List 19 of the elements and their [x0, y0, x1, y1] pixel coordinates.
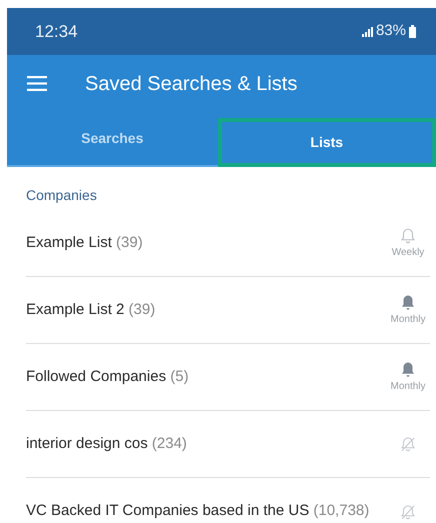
- alert-frequency: Monthly: [390, 314, 426, 326]
- list-name[interactable]: VC Backed IT Companies based in the US (10,738): [26, 500, 370, 523]
- status-time: 12:34: [35, 20, 78, 43]
- app-title: Saved Searches & Lists: [85, 72, 298, 96]
- list-name[interactable]: Example List 2 (39): [26, 298, 156, 322]
- battery-percentage: 83%: [376, 21, 406, 42]
- alert-frequency: Monthly: [390, 381, 426, 393]
- menu-icon[interactable]: [27, 76, 47, 91]
- tab[interactable]: Lists: [218, 118, 436, 167]
- section-heading: Companies: [26, 186, 98, 205]
- signal-icon: [362, 26, 373, 36]
- bell-icon[interactable]: [399, 361, 417, 379]
- bell-outline-icon[interactable]: [399, 227, 417, 245]
- battery-icon: [409, 25, 416, 38]
- list-name[interactable]: Example List (39): [26, 232, 143, 254]
- list-name[interactable]: interior design cos (234): [26, 432, 187, 456]
- alert-frequency: Weekly: [392, 247, 424, 259]
- bell-icon[interactable]: [399, 294, 417, 312]
- list-name[interactable]: Followed Companies (5): [26, 366, 189, 388]
